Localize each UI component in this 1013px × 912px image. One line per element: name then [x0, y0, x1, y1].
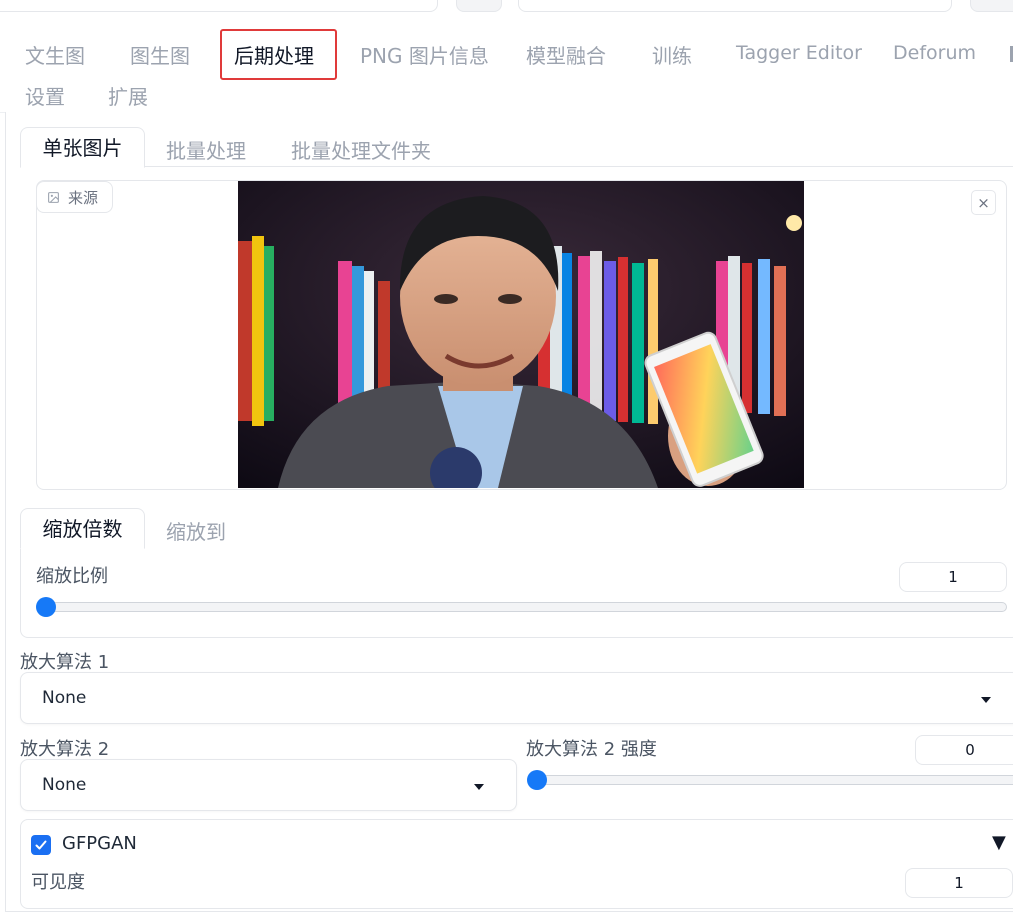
active-tab-highlight	[220, 29, 337, 80]
upscaler2-strength-slider-track[interactable]	[528, 775, 1013, 785]
tab-txt2img[interactable]: 文生图	[25, 40, 85, 69]
upscaler2-label: 放大算法 2	[20, 739, 110, 760]
upscaler2-value: None	[42, 775, 87, 795]
tab-deforum[interactable]: Deforum	[893, 42, 976, 64]
scale-slider-track[interactable]	[38, 602, 1007, 612]
tab-extensions[interactable]: 扩展	[108, 81, 148, 110]
clear-image-button[interactable]: ×	[971, 190, 996, 215]
photo-image	[238, 181, 804, 488]
image-icon	[48, 191, 59, 203]
top-input-partial[interactable]	[0, 0, 438, 12]
top-button-partial-2[interactable]	[970, 0, 1013, 12]
scale-slider-handle[interactable]	[36, 597, 56, 617]
gfpgan-visibility-label: 可见度	[31, 872, 85, 893]
top-input-partial-2[interactable]	[518, 0, 952, 12]
tab-batch-process[interactable]: 批量处理	[166, 135, 246, 164]
image-source-text: 来源	[68, 188, 99, 207]
uploaded-photo	[238, 181, 804, 488]
upscaler1-label: 放大算法 1	[20, 652, 110, 673]
gfpgan-visibility-input[interactable]: 1	[905, 868, 1013, 898]
resize-panel	[20, 547, 1013, 638]
tab-train[interactable]: 训练	[652, 40, 692, 69]
tab-single-image[interactable]: 单张图片	[20, 127, 145, 168]
tab-img2img[interactable]: 图生图	[130, 40, 190, 69]
upscaler2-strength-slider-handle[interactable]	[527, 770, 547, 790]
tab-tagger-editor[interactable]: Tagger Editor	[736, 42, 862, 64]
gfpgan-accordion	[20, 819, 1013, 909]
tab-scale-to[interactable]: 缩放到	[166, 516, 226, 545]
chevron-down-icon	[981, 697, 991, 703]
check-icon	[35, 840, 47, 850]
gfpgan-checkbox[interactable]	[31, 835, 51, 855]
image-source-label: 来源	[36, 181, 113, 213]
scale-number-input[interactable]: 1	[899, 562, 1007, 592]
tab-scale-by[interactable]: 缩放倍数	[20, 508, 145, 549]
top-button-partial[interactable]	[456, 0, 502, 12]
tab-settings[interactable]: 设置	[25, 81, 65, 110]
chevron-down-icon	[474, 784, 484, 790]
upscaler2-select[interactable]: None	[20, 759, 517, 811]
scale-label: 缩放比例	[36, 566, 108, 587]
tab-png-info[interactable]: PNG 图片信息	[360, 40, 489, 69]
gfpgan-label: GFPGAN	[62, 833, 137, 854]
tab-checkpoint-merger[interactable]: 模型融合	[526, 40, 606, 69]
close-icon: ×	[977, 193, 990, 212]
collapse-triangle-icon[interactable]: ▼	[992, 832, 1006, 853]
sub-tabs-divider	[20, 166, 1013, 167]
upscaler1-select[interactable]: None	[20, 672, 1013, 724]
tab-batch-folder[interactable]: 批量处理文件夹	[291, 135, 431, 164]
upscaler1-value: None	[42, 688, 87, 708]
upscaler2-strength-input[interactable]: 0	[915, 735, 1013, 765]
upscaler2-strength-label: 放大算法 2 强度	[526, 739, 657, 760]
